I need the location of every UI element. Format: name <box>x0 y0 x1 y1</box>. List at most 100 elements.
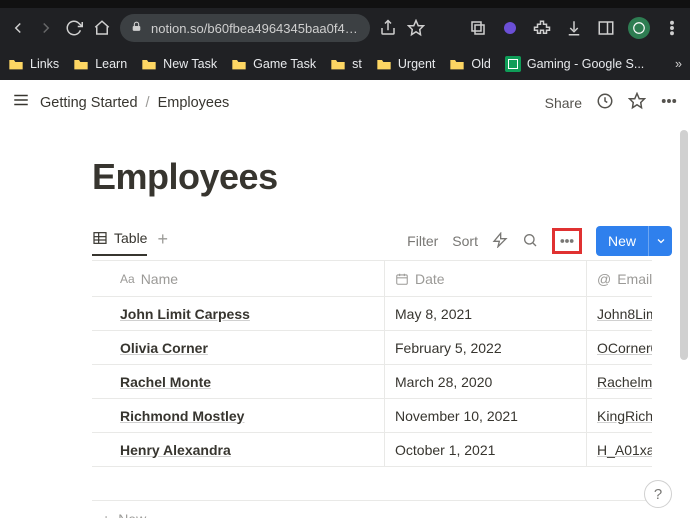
add-view-button[interactable]: + <box>157 229 168 258</box>
bookmark-newtask[interactable]: New Task <box>141 57 217 71</box>
add-row-label: New <box>118 511 146 518</box>
back-button[interactable] <box>8 18 28 38</box>
table-row[interactable]: Olivia Corner February 5, 2022 OCorner05… <box>92 331 652 365</box>
browser-chrome: notion.so/b60fbea4964345baa0f4e... Links… <box>0 0 690 80</box>
cell-name[interactable]: Henry Alexandra <box>92 442 384 458</box>
help-label: ? <box>654 486 662 503</box>
column-header-email[interactable]: @ Email <box>586 261 652 296</box>
updates-icon[interactable] <box>596 92 614 113</box>
bookmark-label: st <box>352 57 362 71</box>
puzzle-icon[interactable] <box>532 18 552 38</box>
table-header-row: Aa Name Date @ Email <box>92 261 652 297</box>
empty-row <box>92 467 652 501</box>
notion-header: Getting Started / Employees Share <box>0 80 690 126</box>
search-icon[interactable] <box>522 232 538 251</box>
cell-date[interactable]: May 8, 2021 <box>384 297 586 330</box>
cell-date[interactable]: March 28, 2020 <box>384 365 586 398</box>
bookmark-learn[interactable]: Learn <box>73 57 127 71</box>
share-url-icon[interactable] <box>378 18 398 38</box>
firefox-ext-icon[interactable] <box>500 18 520 38</box>
bookmark-label: Learn <box>95 57 127 71</box>
bookmark-label: New Task <box>163 57 217 71</box>
filter-button[interactable]: Filter <box>407 233 438 249</box>
column-header-date[interactable]: Date <box>384 261 586 296</box>
table-row[interactable]: Rachel Monte March 28, 2020 Rachelmonte <box>92 365 652 399</box>
reload-button[interactable] <box>64 18 84 38</box>
hamburger-icon[interactable] <box>12 91 30 114</box>
bookmark-sheets[interactable]: Gaming - Google S... <box>505 56 644 72</box>
column-label: Name <box>141 271 178 287</box>
add-row-button[interactable]: + New <box>92 501 652 518</box>
lock-icon <box>130 20 143 36</box>
bookmarks-overflow-icon[interactable]: » <box>675 57 682 71</box>
help-button[interactable]: ? <box>644 480 672 508</box>
profile-avatar[interactable] <box>628 17 650 39</box>
cell-date[interactable]: February 5, 2022 <box>384 331 586 364</box>
new-button[interactable]: New <box>596 226 672 256</box>
home-button[interactable] <box>92 18 112 38</box>
cell-name[interactable]: Richmond Mostley <box>92 408 384 424</box>
plus-icon: + <box>102 511 110 518</box>
bookmark-old[interactable]: Old <box>449 57 490 71</box>
bookmarks-bar: Links Learn New Task Game Task st Urgent… <box>0 48 690 80</box>
database-toolbar: Table + Filter Sort New <box>92 226 688 260</box>
collections-icon[interactable] <box>468 18 488 38</box>
cell-name[interactable]: Olivia Corner <box>92 340 384 356</box>
column-label: Email <box>617 271 652 287</box>
panel-icon[interactable] <box>596 18 616 38</box>
table-icon <box>92 230 108 246</box>
browser-toolbar: notion.so/b60fbea4964345baa0f4e... <box>0 8 690 48</box>
calendar-icon <box>395 272 409 286</box>
bookmark-label: Old <box>471 57 490 71</box>
column-label: Date <box>415 271 445 287</box>
bookmark-label: Urgent <box>398 57 436 71</box>
favorite-icon[interactable] <box>628 92 646 113</box>
tab-strip <box>0 0 690 8</box>
sort-button[interactable]: Sort <box>452 233 478 249</box>
bookmark-urgent[interactable]: Urgent <box>376 57 436 71</box>
breadcrumb-sep: / <box>146 95 150 111</box>
db-more-button-highlighted[interactable] <box>552 228 582 254</box>
cell-name[interactable]: Rachel Monte <box>92 374 384 390</box>
table-row[interactable]: Richmond Mostley November 10, 2021 KingR… <box>92 399 652 433</box>
at-icon: @ <box>597 271 611 287</box>
share-button[interactable]: Share <box>545 95 582 111</box>
bookmark-label: Game Task <box>253 57 316 71</box>
page-more-icon[interactable] <box>660 92 678 113</box>
new-button-label: New <box>596 233 648 249</box>
cell-name[interactable]: John Limit Carpess <box>92 306 384 322</box>
cell-date[interactable]: November 10, 2021 <box>384 399 586 432</box>
bookmark-label: Gaming - Google S... <box>527 57 644 71</box>
breadcrumb-root[interactable]: Getting Started <box>40 95 138 111</box>
bookmark-links[interactable]: Links <box>8 57 59 71</box>
cell-email[interactable]: OCorner05@ <box>586 331 652 364</box>
cell-email[interactable]: John8Limit@ <box>586 297 652 330</box>
cell-email[interactable]: KingRichmon <box>586 399 652 432</box>
bookmark-gametask[interactable]: Game Task <box>231 57 316 71</box>
url-text: notion.so/b60fbea4964345baa0f4e... <box>151 21 360 36</box>
table-row[interactable]: John Limit Carpess May 8, 2021 John8Limi… <box>92 297 652 331</box>
page-title[interactable]: Employees <box>92 156 688 198</box>
view-tab-table[interactable]: Table <box>92 230 147 256</box>
forward-button[interactable] <box>36 18 56 38</box>
cell-email[interactable]: Rachelmonte <box>586 365 652 398</box>
bolt-icon[interactable] <box>492 232 508 251</box>
database-table: Aa Name Date @ Email John Limit Carpess … <box>92 261 652 518</box>
download-icon[interactable] <box>564 18 584 38</box>
title-prop-icon: Aa <box>120 272 135 286</box>
cell-email[interactable]: H_A01xandra <box>586 433 652 466</box>
breadcrumb: Getting Started / Employees <box>40 95 229 111</box>
address-bar[interactable]: notion.so/b60fbea4964345baa0f4e... <box>120 14 370 42</box>
sheets-icon <box>505 56 521 72</box>
breadcrumb-current[interactable]: Employees <box>158 95 230 111</box>
chrome-menu-icon[interactable] <box>662 18 682 38</box>
table-row[interactable]: Henry Alexandra October 1, 2021 H_A01xan… <box>92 433 652 467</box>
bookmark-label: Links <box>30 57 59 71</box>
column-header-name[interactable]: Aa Name <box>92 271 384 287</box>
view-tab-label: Table <box>114 230 147 246</box>
bookmark-st[interactable]: st <box>330 57 362 71</box>
cell-date[interactable]: October 1, 2021 <box>384 433 586 466</box>
content-area: Employees Table + Filter Sort New <box>0 126 690 518</box>
bookmark-star-icon[interactable] <box>406 18 426 38</box>
new-button-dropdown[interactable] <box>648 226 672 256</box>
